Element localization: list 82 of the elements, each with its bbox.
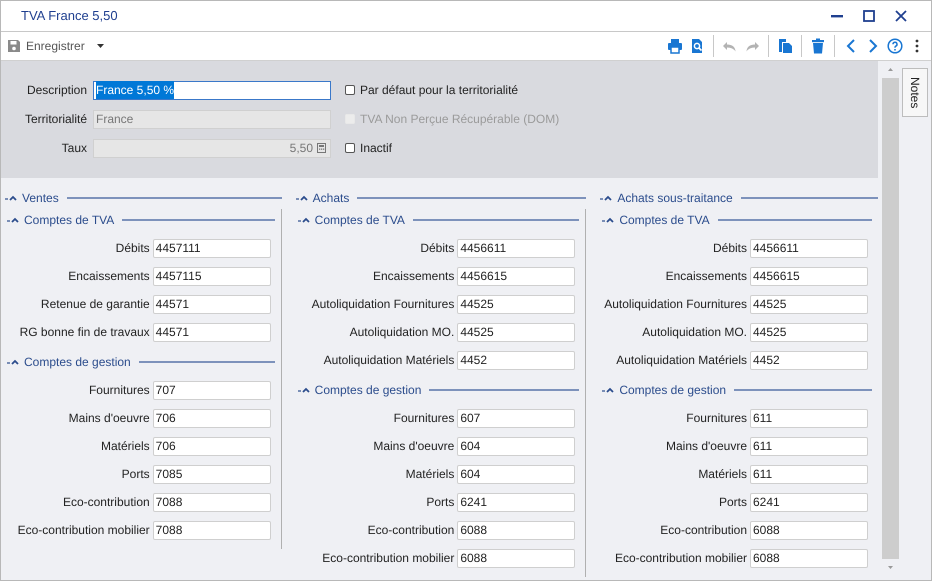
field-label: Eco-contribution mobilier — [18, 522, 150, 539]
input-field[interactable]: 6088 — [457, 520, 576, 540]
checkbox-label: Par défaut pour la territorialité — [360, 82, 518, 99]
field-label: Ports — [426, 494, 454, 511]
input-field[interactable]: 44525 — [457, 294, 576, 314]
field-label: Débits — [420, 240, 454, 257]
section-title: Comptes de gestion — [24, 354, 131, 371]
field-label: Débits — [116, 240, 150, 257]
section-title: Achats sous-traitance — [617, 190, 733, 207]
field-label: Matériels — [406, 466, 454, 483]
input-field[interactable]: 4456615 — [750, 266, 868, 286]
input-field[interactable]: 604 — [457, 464, 576, 484]
field-label: Encaissements — [372, 268, 454, 285]
field-label: Autoliquidation Fournitures — [312, 296, 454, 313]
section-title: Achats — [312, 190, 350, 207]
input-field[interactable]: 44525 — [750, 322, 868, 342]
field-label: Fournitures — [88, 382, 150, 399]
field-label: Territorialité — [24, 111, 87, 128]
input-field[interactable]: 6241 — [750, 492, 868, 512]
input-field[interactable]: 6088 — [457, 548, 576, 568]
section-title: Comptes de TVA — [619, 212, 710, 229]
field-label: Mains d'oeuvre — [68, 410, 150, 427]
field-label: Matériels — [698, 466, 747, 483]
field-label: Eco-contribution mobilier — [614, 550, 747, 567]
field-label: Encaissements — [68, 268, 150, 285]
input-field[interactable]: 607 — [457, 408, 576, 428]
section-title: Comptes de TVA — [24, 212, 114, 229]
field-label: Autoliquidation Fournitures — [604, 296, 747, 313]
checkbox-label: Inactif — [360, 140, 392, 157]
input-field[interactable]: 6088 — [750, 548, 868, 568]
field-label: Taux — [60, 140, 87, 157]
field-label: Eco-contribution mobilier — [322, 550, 454, 567]
field-label: Mains d'oeuvre — [666, 438, 747, 455]
field-label: Eco-contribution — [62, 494, 150, 511]
section-title: Ventes — [22, 190, 59, 207]
input-field[interactable]: 4452 — [750, 350, 868, 370]
checkbox-label: TVA Non Perçue Récupérable (DOM) — [360, 111, 560, 128]
field-label: Autoliquidation Matériels — [324, 352, 454, 369]
input-field[interactable]: 611 — [750, 436, 868, 456]
field-label: Retenue de garantie — [40, 296, 150, 313]
input-field[interactable]: 706 — [152, 408, 271, 428]
field-label: Ports — [122, 466, 150, 483]
side-tab[interactable]: Notes — [902, 68, 928, 117]
field-label: Encaissements — [666, 268, 747, 285]
input-field[interactable]: 611 — [750, 464, 868, 484]
input-field[interactable]: 604 — [457, 436, 576, 456]
field-label: Fournitures — [686, 410, 747, 427]
input-field[interactable]: 7088 — [152, 492, 271, 512]
input-field[interactable]: 4456615 — [457, 266, 576, 286]
field-label: Ports — [718, 494, 747, 511]
field-label: Fournitures — [394, 410, 454, 427]
input-field[interactable]: 44571 — [152, 322, 271, 342]
input-field[interactable]: 4456611 — [750, 238, 868, 258]
field-label: Description — [26, 82, 87, 99]
input-field[interactable]: 611 — [750, 408, 868, 428]
input-field[interactable]: 4457111 — [152, 238, 271, 258]
input-field[interactable]: 44525 — [750, 294, 868, 314]
field-label: Débits — [712, 240, 747, 257]
window-title: TVA France 5,50 — [21, 7, 118, 26]
input-field[interactable]: 4457115 — [152, 266, 271, 286]
field-label: Autoliquidation MO. — [350, 324, 454, 341]
field-label: Mains d'oeuvre — [373, 438, 454, 455]
input-field[interactable]: 7088 — [152, 520, 271, 540]
input-field[interactable]: 7085 — [152, 464, 271, 484]
input-field[interactable]: France 5,50 % — [93, 80, 331, 100]
input-field[interactable]: 706 — [152, 436, 271, 456]
section-title: Comptes de TVA — [314, 212, 405, 229]
input-field[interactable]: 44571 — [152, 294, 271, 314]
field-label: RG bonne fin de travaux — [20, 324, 150, 341]
section-title: Comptes de gestion — [314, 382, 422, 399]
input-field[interactable]: 707 — [152, 380, 271, 400]
field-label: Autoliquidation Matériels — [616, 352, 747, 369]
field-label: Eco-contribution — [660, 522, 747, 539]
input-field[interactable]: 44525 — [457, 322, 576, 342]
input-field[interactable]: 4456611 — [457, 238, 576, 258]
section-title: Comptes de gestion — [619, 382, 726, 399]
field-label: Matériels — [100, 438, 150, 455]
input-field[interactable]: 4452 — [457, 350, 576, 370]
field-label: Eco-contribution — [368, 522, 454, 539]
field-label: Autoliquidation MO. — [642, 324, 747, 341]
input-field[interactable]: 6088 — [750, 520, 868, 540]
input-field[interactable]: 6241 — [457, 492, 576, 512]
